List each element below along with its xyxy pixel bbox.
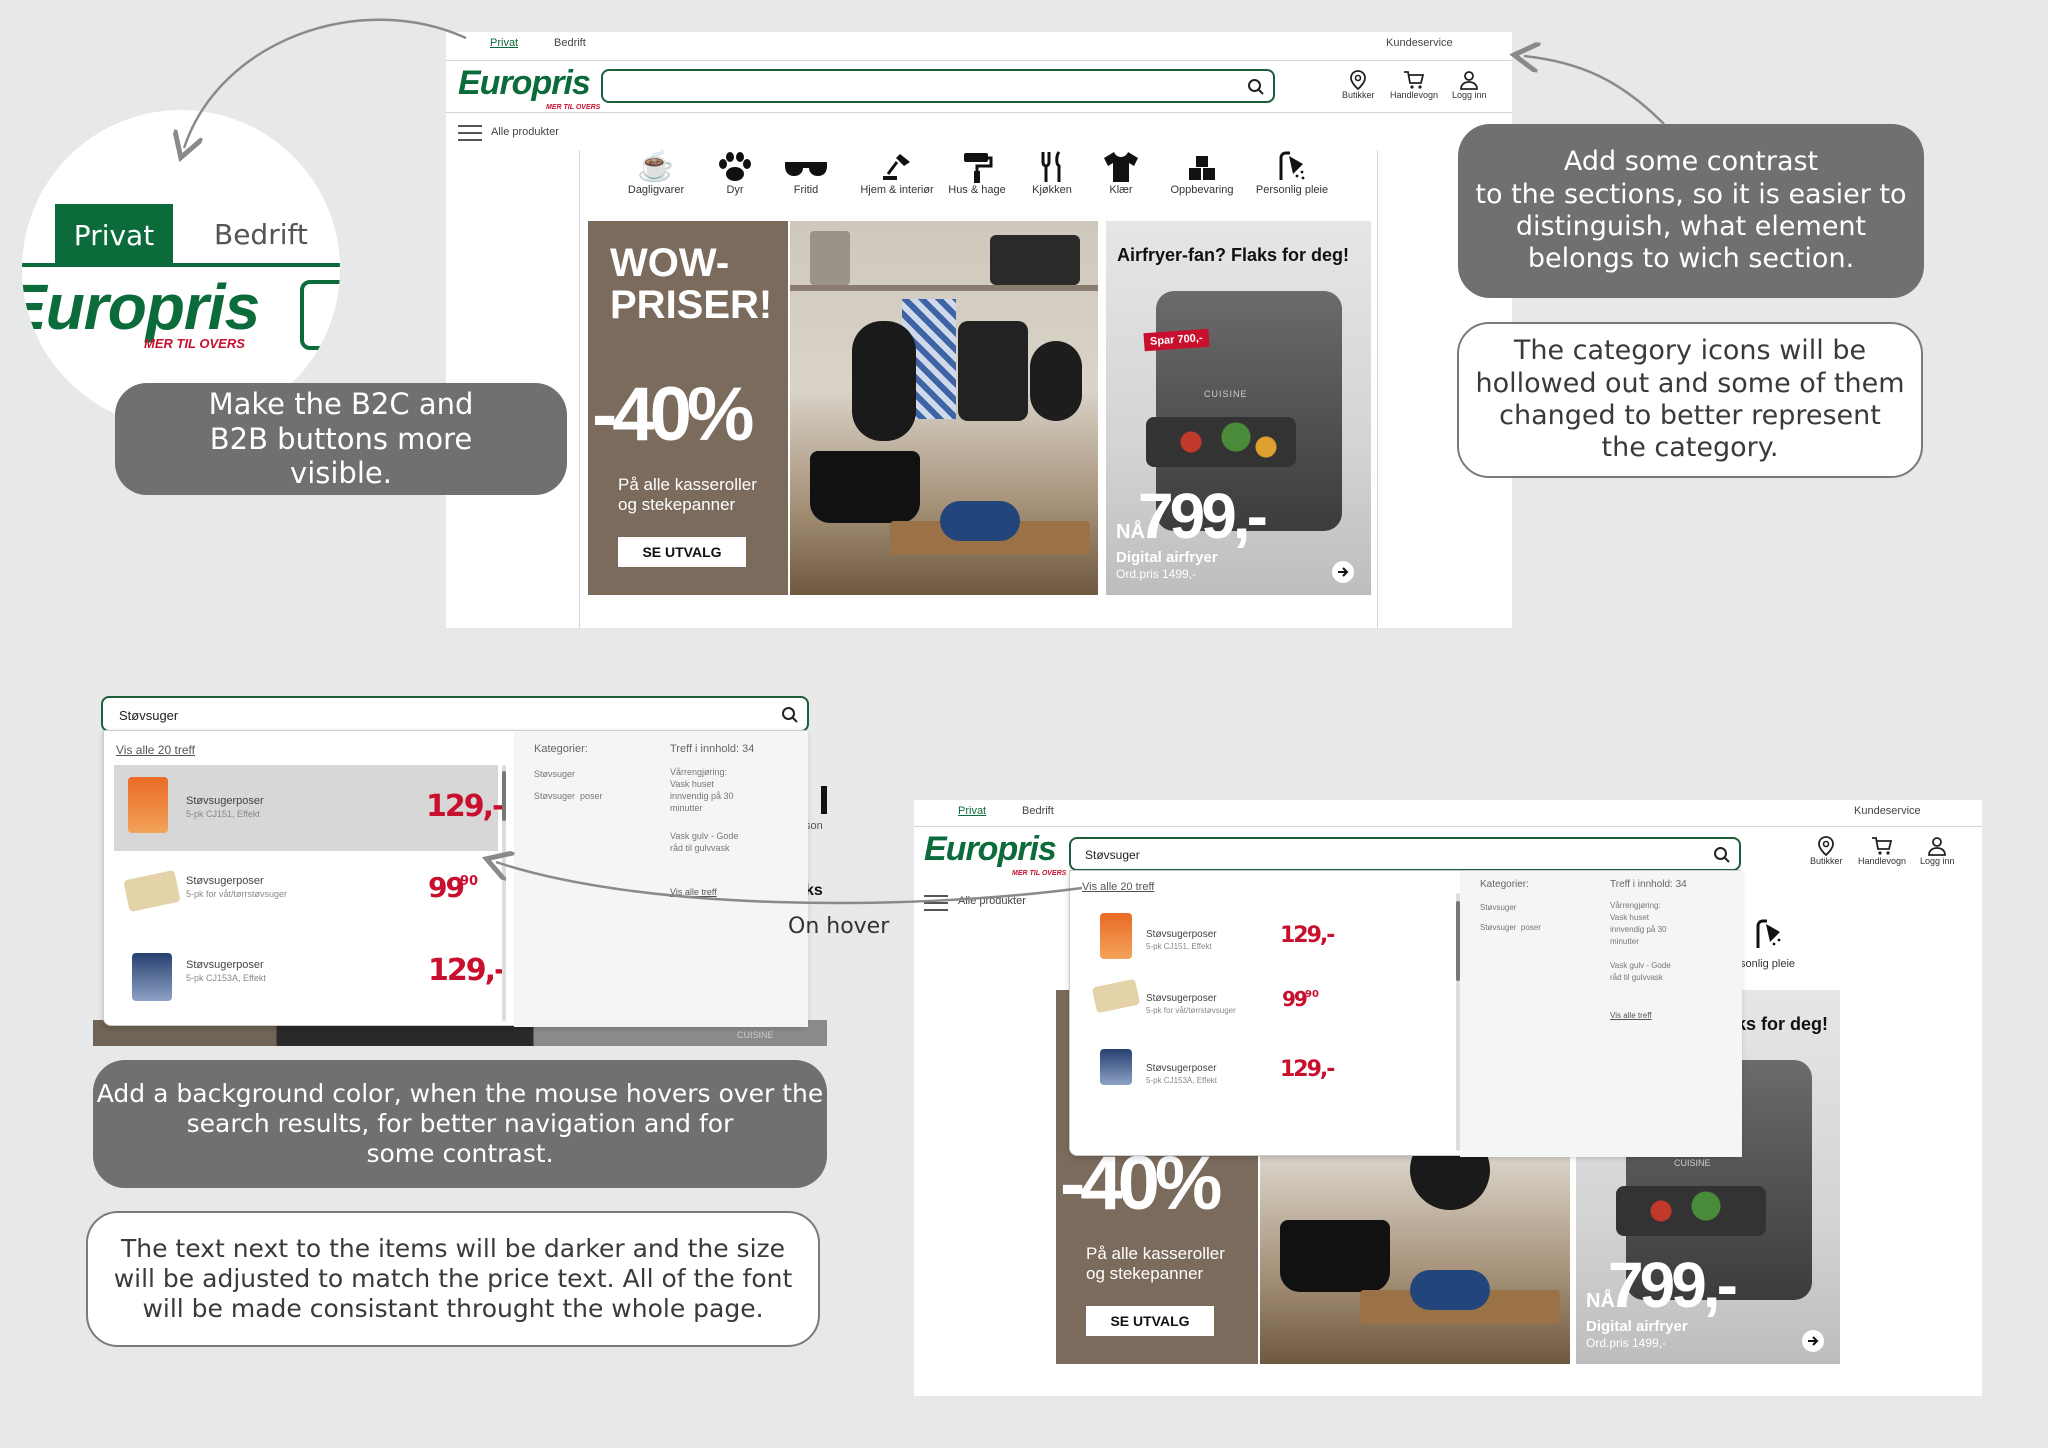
annotation-arrows [0, 18, 1665, 905]
arrow-to-zoom-circle [184, 18, 467, 148]
arrow-to-header [1524, 56, 1665, 125]
arrow-to-hover-row [496, 862, 1083, 905]
